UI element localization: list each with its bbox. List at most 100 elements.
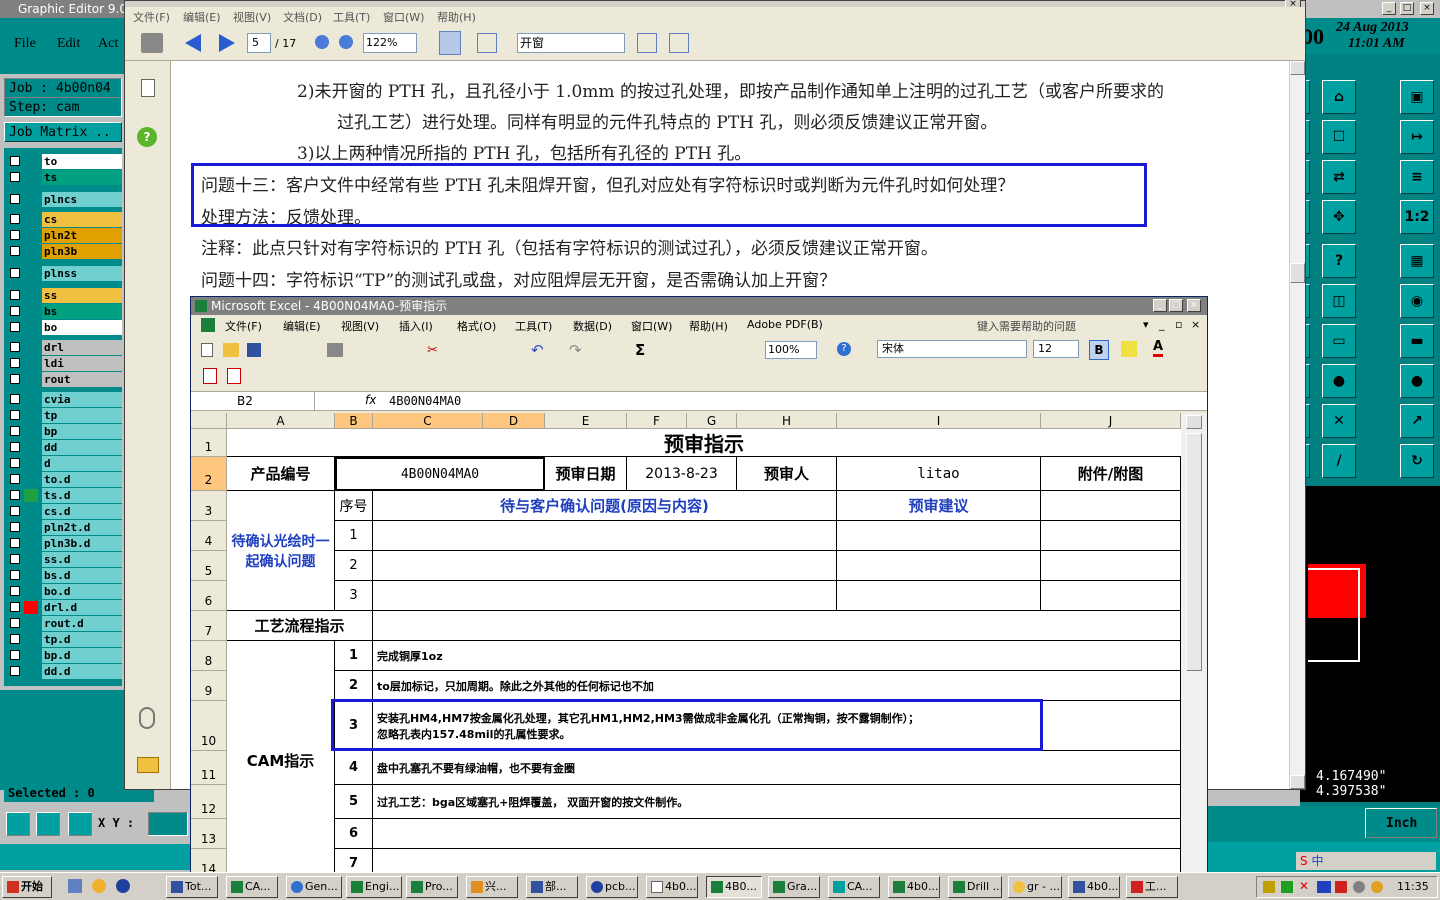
- col-header-c[interactable]: C: [373, 413, 483, 429]
- layer-affected-swatch[interactable]: [24, 357, 38, 370]
- issue-cell-1[interactable]: [373, 521, 837, 551]
- layer-checkbox[interactable]: [10, 618, 20, 628]
- layer-row[interactable]: cs: [4, 212, 122, 227]
- layer-name[interactable]: pln3b: [42, 244, 122, 259]
- tool-button[interactable]: ⇄: [1322, 160, 1356, 194]
- layer-name[interactable]: bp.d: [42, 648, 122, 663]
- layer-name[interactable]: to: [42, 154, 122, 169]
- attach-cell-1[interactable]: [1041, 521, 1181, 551]
- layer-row[interactable]: bs.d: [4, 568, 122, 583]
- tool-button[interactable]: ▭: [1322, 324, 1356, 358]
- excel-vertical-scrollbar[interactable]: [1181, 413, 1207, 873]
- cam-text-1[interactable]: 完成铜厚1oz: [373, 641, 1181, 671]
- confirm-section-label[interactable]: 待确认光绘时一起确认问题: [227, 491, 335, 611]
- layer-row[interactable]: tp: [4, 408, 122, 423]
- layer-checkbox[interactable]: [10, 442, 20, 452]
- col-header-b[interactable]: B: [335, 413, 373, 429]
- task-7[interactable]: 部...: [526, 876, 578, 898]
- layer-name[interactable]: ss: [42, 288, 122, 303]
- layer-name[interactable]: bs.d: [42, 568, 122, 583]
- ge-canvas[interactable]: [1300, 486, 1440, 766]
- scroll-up-icon[interactable]: [1290, 61, 1305, 75]
- pdf-menu-file[interactable]: 文件(F): [133, 9, 170, 25]
- row-header-14[interactable]: 14: [191, 849, 227, 873]
- layer-row[interactable]: cs.d: [4, 504, 122, 519]
- cut-icon[interactable]: ✂: [427, 343, 441, 358]
- task-1[interactable]: Tot...: [166, 876, 218, 898]
- tool-button[interactable]: ↗: [1400, 404, 1434, 438]
- date-value[interactable]: 2013-8-23: [627, 457, 737, 491]
- issue-header[interactable]: 待与客户确认问题(原因与内容): [373, 491, 837, 521]
- cam-no-2[interactable]: 2: [335, 671, 373, 701]
- pdf-menu-help[interactable]: 帮助(H): [437, 9, 476, 25]
- layer-name[interactable]: d: [42, 456, 122, 471]
- cam-no-1[interactable]: 1: [335, 641, 373, 671]
- tray-icon-2[interactable]: [1281, 881, 1293, 893]
- doc-close-icon[interactable]: ×: [1191, 318, 1200, 331]
- next-page-icon[interactable]: [219, 34, 235, 52]
- excel-menu-insert[interactable]: 插入(I): [399, 318, 433, 334]
- layer-checkbox[interactable]: [10, 410, 20, 420]
- tool-button[interactable]: ●: [1400, 364, 1434, 398]
- layer-row[interactable]: bs: [4, 304, 122, 319]
- cam-text-5[interactable]: 过孔工艺：bga区域塞孔+阻焊覆盖， 双面开窗的按文件制作。: [373, 785, 1181, 819]
- layer-checkbox[interactable]: [10, 194, 20, 204]
- seq-2[interactable]: 2: [335, 551, 373, 581]
- layer-affected-swatch[interactable]: [24, 267, 38, 280]
- reviewer-label[interactable]: 预审人: [737, 457, 837, 491]
- layer-affected-swatch[interactable]: [24, 601, 38, 614]
- layer-affected-swatch[interactable]: [24, 473, 38, 486]
- scroll-thumb[interactable]: [1290, 263, 1305, 283]
- ge-menu-actions[interactable]: Act: [98, 36, 118, 52]
- date-label[interactable]: 预审日期: [545, 457, 627, 491]
- tool-button[interactable]: ◫: [1322, 284, 1356, 318]
- pdf-menu-document[interactable]: 文档(D): [283, 9, 322, 25]
- layer-checkbox[interactable]: [10, 650, 20, 660]
- layer-row[interactable]: cvia: [4, 392, 122, 407]
- quicklaunch-clock-icon[interactable]: [92, 879, 106, 893]
- doc-restore-icon[interactable]: ▫: [1175, 318, 1182, 331]
- sheet-title[interactable]: 预审指示: [227, 429, 1181, 457]
- tool-button[interactable]: ▣: [1400, 80, 1434, 114]
- pdf-menu-window[interactable]: 窗口(W): [383, 9, 424, 25]
- task-14[interactable]: Drill ...: [948, 876, 1002, 898]
- font-color-icon[interactable]: A: [1153, 339, 1164, 357]
- layer-row[interactable]: ts.d: [4, 488, 122, 503]
- product-label[interactable]: 产品编号: [227, 457, 335, 491]
- excel-menu-format[interactable]: 格式(O): [457, 318, 496, 334]
- layer-name[interactable]: rout: [42, 372, 122, 387]
- layer-checkbox[interactable]: [10, 506, 20, 516]
- process-cell[interactable]: [373, 611, 1181, 641]
- measure-icon[interactable]: [36, 812, 60, 836]
- tool-button[interactable]: ▬: [1400, 324, 1434, 358]
- layer-affected-swatch[interactable]: [24, 505, 38, 518]
- seq-3[interactable]: 3: [335, 581, 373, 611]
- layer-affected-swatch[interactable]: [24, 537, 38, 550]
- cam-text-7[interactable]: [373, 849, 1181, 873]
- suggestion-cell-3[interactable]: [837, 581, 1041, 611]
- excel-menu-help[interactable]: 帮助(H): [689, 318, 728, 334]
- layer-row[interactable]: plncs: [4, 192, 122, 207]
- layer-row[interactable]: pln3b.d: [4, 536, 122, 551]
- cam-text-6[interactable]: [373, 819, 1181, 849]
- fx-icon[interactable]: fx: [365, 393, 376, 407]
- layer-checkbox[interactable]: [10, 474, 20, 484]
- row-header-6[interactable]: 6: [191, 581, 227, 611]
- excel-scroll-up-icon[interactable]: [1186, 415, 1202, 429]
- cam-no-6[interactable]: 6: [335, 819, 373, 849]
- layer-checkbox[interactable]: [10, 358, 20, 368]
- layer-row[interactable]: ss.d: [4, 552, 122, 567]
- layer-name[interactable]: ss.d: [42, 552, 122, 567]
- help-dropdown-icon[interactable]: ▾: [1143, 318, 1149, 331]
- col-header-j[interactable]: J: [1041, 413, 1181, 429]
- layer-checkbox[interactable]: [10, 214, 20, 224]
- pdf-menu-tools[interactable]: 工具(T): [333, 9, 370, 25]
- layer-row[interactable]: bp.d: [4, 648, 122, 663]
- layer-affected-swatch[interactable]: [24, 171, 38, 184]
- layer-checkbox[interactable]: [10, 570, 20, 580]
- search-input[interactable]: 开窗: [517, 33, 625, 53]
- attachment-icon[interactable]: [139, 707, 155, 729]
- layer-affected-swatch[interactable]: [24, 425, 38, 438]
- row-header-9[interactable]: 9: [191, 671, 227, 701]
- col-header-a[interactable]: A: [227, 413, 335, 429]
